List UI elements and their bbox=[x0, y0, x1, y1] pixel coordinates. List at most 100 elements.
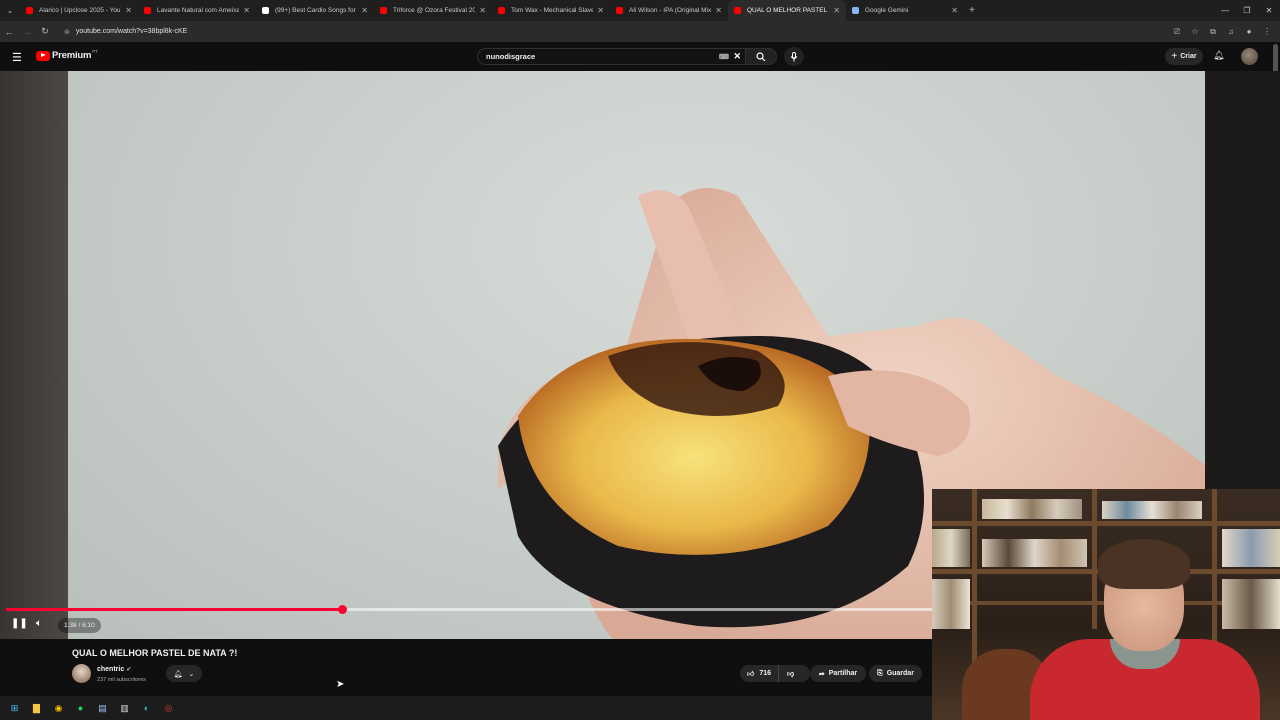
browser-tab[interactable]: QUAL O MELHOR PASTEL D ✕ bbox=[728, 0, 846, 21]
clear-search-icon[interactable]: ✕ bbox=[733, 51, 741, 62]
search-icon bbox=[756, 51, 766, 61]
channel-avatar[interactable] bbox=[72, 664, 91, 683]
browser-tab[interactable]: Ali Wilson - IPA (Original Mix) ✕ bbox=[610, 0, 728, 21]
thumbs-down-icon: 👎︎ bbox=[787, 671, 795, 678]
window-controls: — ❐ ✕ bbox=[1214, 0, 1280, 21]
share-icon: ➦ bbox=[818, 670, 825, 678]
media-control-icon[interactable]: ♫ bbox=[1224, 27, 1238, 36]
streaming-app-icon[interactable]: ◎ bbox=[162, 702, 175, 715]
tab-title: Alarico | Upclose 2025 - YouTub bbox=[39, 7, 121, 14]
share-button[interactable]: ➦ Partilhar bbox=[810, 665, 866, 682]
extensions-icon[interactable]: ⧉ bbox=[1206, 27, 1220, 37]
like-dislike-group: 👍︎ 716 👎︎ bbox=[740, 665, 810, 682]
like-button[interactable]: 👍︎ 716 bbox=[740, 665, 780, 682]
tab-close-icon[interactable]: ✕ bbox=[479, 6, 486, 15]
file-explorer-icon[interactable]: ▇ bbox=[30, 702, 43, 715]
tab-close-icon[interactable]: ✕ bbox=[833, 6, 840, 15]
save-label: Guardar bbox=[886, 670, 914, 677]
plus-icon: + bbox=[1171, 51, 1178, 62]
windows-taskbar: ⊞ ▇ ◉ ● ▤ ▥ ◐ ◎ bbox=[0, 696, 932, 720]
bookmark-icon: ⎘ bbox=[877, 669, 883, 677]
search-button[interactable] bbox=[745, 48, 777, 65]
share-label: Partilhar bbox=[828, 670, 858, 677]
time-display: 1:38 / 6:10 bbox=[58, 618, 101, 633]
tab-title: Tom Wax - Mechanical Slavery bbox=[511, 7, 594, 14]
browser-menu-icon[interactable]: ⋮ bbox=[1260, 27, 1274, 36]
keyboard-icon[interactable]: ⌨ bbox=[719, 53, 729, 61]
ambient-left bbox=[0, 71, 68, 639]
notifications-bell-icon[interactable]: 🔔︎ bbox=[1213, 50, 1224, 61]
reload-icon[interactable]: ↻ bbox=[36, 26, 54, 37]
close-window-icon[interactable]: ✕ bbox=[1258, 6, 1280, 15]
channel-name: chentric bbox=[97, 666, 125, 673]
minimize-icon[interactable]: — bbox=[1214, 6, 1236, 15]
site-info-icon[interactable]: ⊜ bbox=[64, 28, 70, 36]
tab-close-icon[interactable]: ✕ bbox=[951, 6, 958, 15]
pause-icon[interactable]: ❚❚ bbox=[11, 618, 28, 629]
browser-tab[interactable]: Google Gemini ✕ bbox=[846, 0, 964, 21]
edge-icon[interactable]: ◐ bbox=[140, 702, 153, 715]
time-text: 1:38 / 6:10 bbox=[64, 622, 95, 629]
forward-icon[interactable]: → bbox=[18, 27, 36, 37]
microphone-icon bbox=[790, 51, 798, 61]
tab-title: Lavante Natural com Ameixa - bbox=[157, 7, 240, 14]
youtube-premium-logo[interactable]: Premium PT bbox=[36, 49, 98, 61]
tab-favicon-icon bbox=[380, 7, 387, 14]
url-field[interactable]: ⊜ youtube.com/watch?v=38bpl8k-cKE bbox=[58, 24, 1138, 39]
webcam-overlay bbox=[932, 489, 1280, 720]
browser-tab[interactable]: (99+) Best Cardio Songs for Eff ✕ bbox=[256, 0, 374, 21]
account-avatar[interactable] bbox=[1241, 48, 1258, 65]
browser-tab[interactable]: Alarico | Upclose 2025 - YouTub ✕ bbox=[20, 0, 138, 21]
profile-icon[interactable]: ● bbox=[1242, 27, 1256, 36]
channel-name-row[interactable]: chentric ✔ bbox=[97, 666, 131, 673]
create-button[interactable]: + Criar bbox=[1165, 48, 1203, 65]
tab-favicon-icon bbox=[616, 7, 623, 14]
mouse-cursor-icon: ➤ bbox=[336, 679, 345, 690]
document-icon[interactable]: ▥ bbox=[118, 702, 131, 715]
tab-close-icon[interactable]: ✕ bbox=[597, 6, 604, 15]
like-count: 716 bbox=[759, 670, 772, 677]
browser-tab[interactable]: Tom Wax - Mechanical Slavery ✕ bbox=[492, 0, 610, 21]
chrome-icon[interactable]: ◉ bbox=[52, 702, 65, 715]
subscription-bell-button[interactable]: 🔔︎ ⌄ bbox=[166, 665, 202, 682]
subscriber-count: 237 mil subscritores bbox=[97, 677, 146, 683]
tab-title: (99+) Best Cardio Songs for Eff bbox=[275, 7, 358, 14]
dislike-button[interactable]: 👎︎ bbox=[779, 669, 802, 678]
browser-tab[interactable]: Lavante Natural com Ameixa - ✕ bbox=[138, 0, 256, 21]
video-info: QUAL O MELHOR PASTEL DE NATA ?! chentric… bbox=[0, 639, 932, 696]
thumbs-up-icon: 👍︎ bbox=[747, 671, 755, 678]
address-bar-row: ← → ↻ ⊜ youtube.com/watch?v=38bpl8k-cKE … bbox=[0, 21, 1280, 42]
tab-favicon-icon bbox=[26, 7, 33, 14]
played-bar bbox=[6, 608, 342, 611]
maximize-icon[interactable]: ❐ bbox=[1236, 6, 1258, 15]
tab-close-icon[interactable]: ✕ bbox=[243, 6, 250, 15]
address-bar-actions: ⎚ ☆ ⧉ ♫ ● ⋮ bbox=[1170, 21, 1274, 42]
back-icon[interactable]: ← bbox=[0, 27, 18, 37]
new-tab-button[interactable]: + bbox=[964, 5, 980, 16]
progress-bar[interactable] bbox=[6, 605, 932, 614]
hamburger-menu-icon[interactable]: ☰ bbox=[12, 51, 22, 64]
bookmark-star-icon[interactable]: ☆ bbox=[1188, 27, 1202, 36]
save-button[interactable]: ⎘ Guardar bbox=[869, 665, 922, 682]
search-input[interactable]: nunodisgrace ⌨ ✕ bbox=[477, 48, 745, 65]
spotify-icon[interactable]: ● bbox=[74, 702, 87, 715]
video-title: QUAL O MELHOR PASTEL DE NATA ?! bbox=[72, 648, 238, 658]
tab-favicon-icon bbox=[852, 7, 859, 14]
voice-search-button[interactable] bbox=[784, 47, 804, 66]
windows-start-icon[interactable]: ⊞ bbox=[8, 702, 21, 715]
tab-favicon-icon bbox=[144, 7, 151, 14]
url-text: youtube.com/watch?v=38bpl8k-cKE bbox=[75, 28, 188, 35]
tabs-container: Alarico | Upclose 2025 - YouTub✕Lavante … bbox=[20, 0, 964, 21]
volume-icon[interactable]: 🔈︎ bbox=[36, 618, 42, 629]
player-controls: ❚❚ 🔈︎ 1:38 / 6:10 bbox=[0, 614, 932, 638]
tab-close-icon[interactable]: ✕ bbox=[125, 6, 132, 15]
tab-search-icon[interactable]: ⌄ bbox=[0, 0, 20, 21]
tab-close-icon[interactable]: ✕ bbox=[361, 6, 368, 15]
scrubber-handle[interactable] bbox=[337, 605, 347, 614]
tab-favicon-icon bbox=[262, 7, 269, 14]
tab-favicon-icon bbox=[498, 7, 505, 14]
browser-tab[interactable]: Triforce @ Ozora Festival 2024 ✕ bbox=[374, 0, 492, 21]
cast-icon[interactable]: ⎚ bbox=[1170, 27, 1184, 37]
notepad-icon[interactable]: ▤ bbox=[96, 702, 109, 715]
tab-close-icon[interactable]: ✕ bbox=[715, 6, 722, 15]
